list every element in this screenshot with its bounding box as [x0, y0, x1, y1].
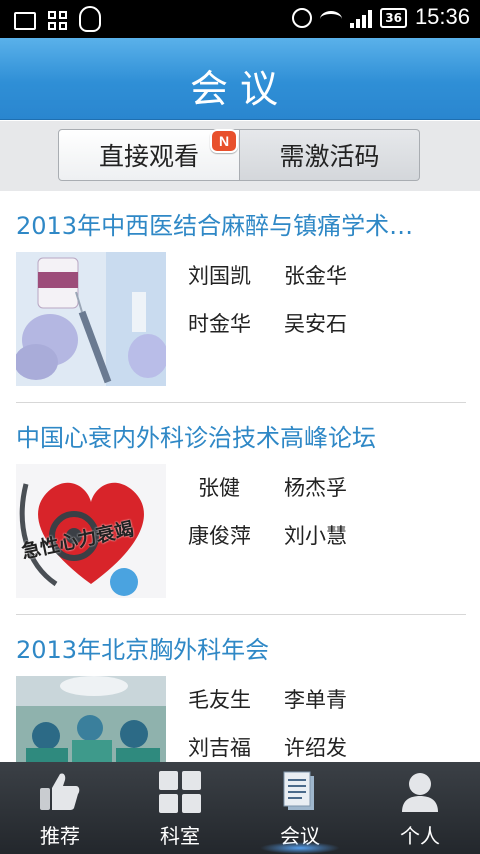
conference-item[interactable]: 2013年中西医结合麻醉与镇痛学术… 刘国凯 张金华 时金华 吴安石 [0, 206, 480, 402]
speaker-name: 刘小慧 [284, 524, 347, 548]
apps-notification-icon [48, 10, 67, 30]
nav-profile-label: 个人 [400, 824, 440, 848]
status-bar: 36 15:36 [0, 0, 480, 38]
speaker-name: 杨杰孚 [284, 476, 347, 500]
image-notification-icon [14, 11, 36, 30]
new-badge: N [210, 129, 238, 153]
nav-meetings-label: 会议 [280, 824, 320, 848]
conference-item[interactable]: 中国心衰内外科诊治技术高峰论坛 急性心力衰竭 张健 杨杰孚 康俊萍 刘小慧 [0, 418, 480, 614]
speaker-name: 刘国凯 [188, 264, 251, 288]
speaker-name: 李单青 [284, 688, 347, 712]
conference-thumbnail[interactable]: 急性心力衰竭 [16, 464, 166, 598]
nav-profile[interactable]: 个人 [360, 762, 480, 854]
speaker-name: 毛友生 [188, 688, 251, 712]
conference-title[interactable]: 2013年北京胸外科年会 [16, 630, 456, 665]
divider [16, 402, 466, 403]
person-icon [398, 770, 442, 814]
qq-notification-icon [79, 6, 101, 32]
speaker-name: 时金华 [188, 312, 251, 336]
conference-title[interactable]: 2013年中西医结合麻醉与镇痛学术… [16, 206, 456, 241]
tab-activation-code[interactable]: 需激活码 [240, 129, 420, 181]
speaker-name: 康俊萍 [188, 524, 251, 548]
grid-icon [158, 770, 202, 814]
conference-thumbnail[interactable] [16, 252, 166, 386]
tab-area: 直接观看 需激活码 N [0, 121, 480, 191]
wifi-icon [320, 11, 343, 27]
speaker-list: 张健 杨杰孚 康俊萍 刘小慧 [188, 472, 468, 550]
conference-item[interactable]: 2013年北京胸外科年会 毛友生 李单青 刘吉福 许绍发 [0, 630, 480, 762]
nav-departments-label: 科室 [160, 824, 200, 848]
speaker-list: 毛友生 李单青 刘吉福 许绍发 [188, 684, 468, 762]
battery-icon: 36 [380, 8, 407, 28]
thumbs-up-icon [38, 770, 82, 814]
page-title: 会议 [189, 67, 290, 111]
tab-activation-code-label: 需激活码 [279, 142, 380, 171]
speaker-list: 刘国凯 张金华 时金华 吴安石 [188, 260, 468, 338]
nav-departments[interactable]: 科室 [120, 762, 240, 854]
speaker-name: 张健 [198, 476, 240, 500]
speaker-name: 刘吉福 [188, 736, 251, 760]
signal-icon [350, 10, 373, 28]
conference-thumbnail[interactable] [16, 676, 166, 762]
clock: 15:36 [414, 4, 470, 29]
conference-title[interactable]: 中国心衰内外科诊治技术高峰论坛 [16, 418, 456, 453]
speaker-name: 许绍发 [284, 736, 347, 760]
bottom-nav: 推荐 科室 会议 个人 [0, 762, 480, 854]
nav-recommend[interactable]: 推荐 [0, 762, 120, 854]
alarm-icon [292, 8, 313, 28]
speaker-name: 张金华 [284, 264, 347, 288]
speaker-name: 吴安石 [284, 312, 347, 336]
divider [16, 614, 466, 615]
tab-direct-watch-label: 直接观看 [98, 142, 199, 171]
title-bar: 会议 [0, 38, 480, 120]
nav-recommend-label: 推荐 [40, 824, 80, 848]
nav-meetings[interactable]: 会议 [240, 762, 360, 854]
document-icon [278, 770, 322, 814]
